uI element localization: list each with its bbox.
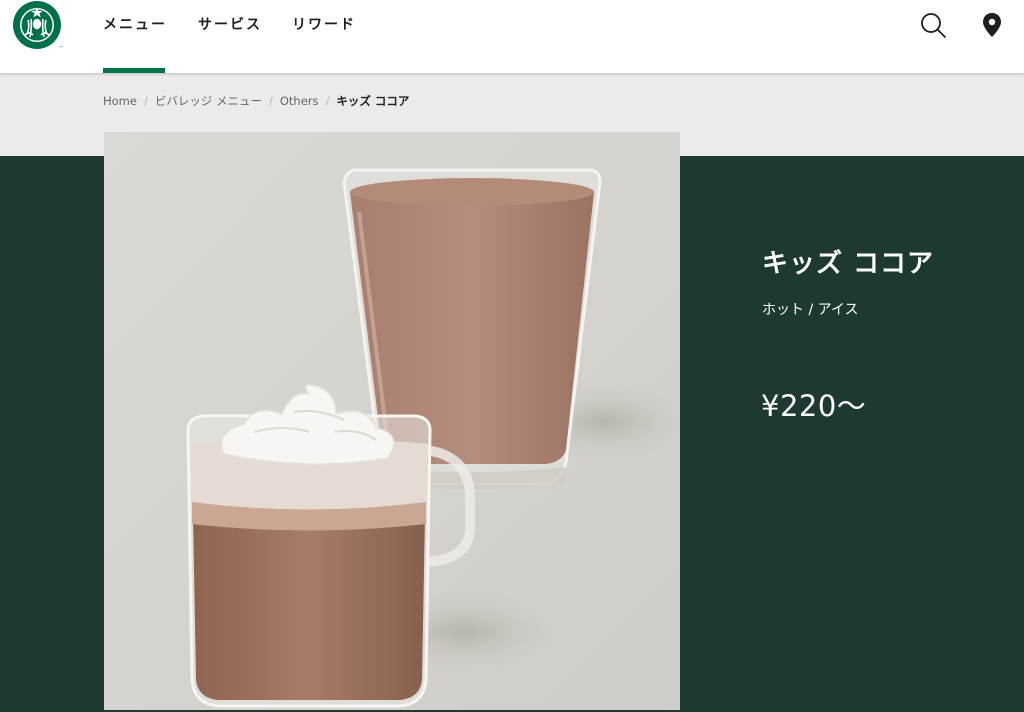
location-pin-icon — [983, 13, 1001, 37]
breadcrumb: Home / ビバレッジ メニュー / Others / キッズ ココア — [103, 93, 409, 109]
breadcrumb-separator: / — [269, 94, 273, 108]
search-icon — [921, 13, 946, 38]
cocoa-drinks-illustration — [104, 132, 680, 710]
product-image — [104, 132, 680, 710]
breadcrumb-home[interactable]: Home — [103, 94, 137, 108]
siren-logo-icon: ™ — [13, 1, 63, 50]
product-price: ¥220〜 — [761, 389, 867, 423]
breadcrumb-current: キッズ ココア — [336, 94, 410, 108]
starbucks-logo[interactable]: ™ — [11, 1, 63, 51]
breadcrumb-separator: / — [325, 94, 330, 108]
product-variant: ホット / アイス — [762, 302, 859, 318]
store-locator-button[interactable] — [982, 12, 1002, 38]
breadcrumb-separator: / — [143, 94, 148, 108]
search-button[interactable] — [919, 11, 947, 39]
nav-menu[interactable]: メニュー — [103, 0, 167, 73]
nav-rewards[interactable]: リワード — [292, 0, 356, 73]
breadcrumb-others[interactable]: Others — [280, 94, 319, 108]
svg-text:™: ™ — [59, 45, 63, 50]
breadcrumb-beverage-menu[interactable]: ビバレッジ メニュー — [155, 93, 262, 109]
nav-services[interactable]: サービス — [198, 0, 262, 73]
global-header: ™ メニュー サービス リワード — [0, 0, 1024, 73]
product-title: キッズ ココア — [762, 249, 935, 279]
